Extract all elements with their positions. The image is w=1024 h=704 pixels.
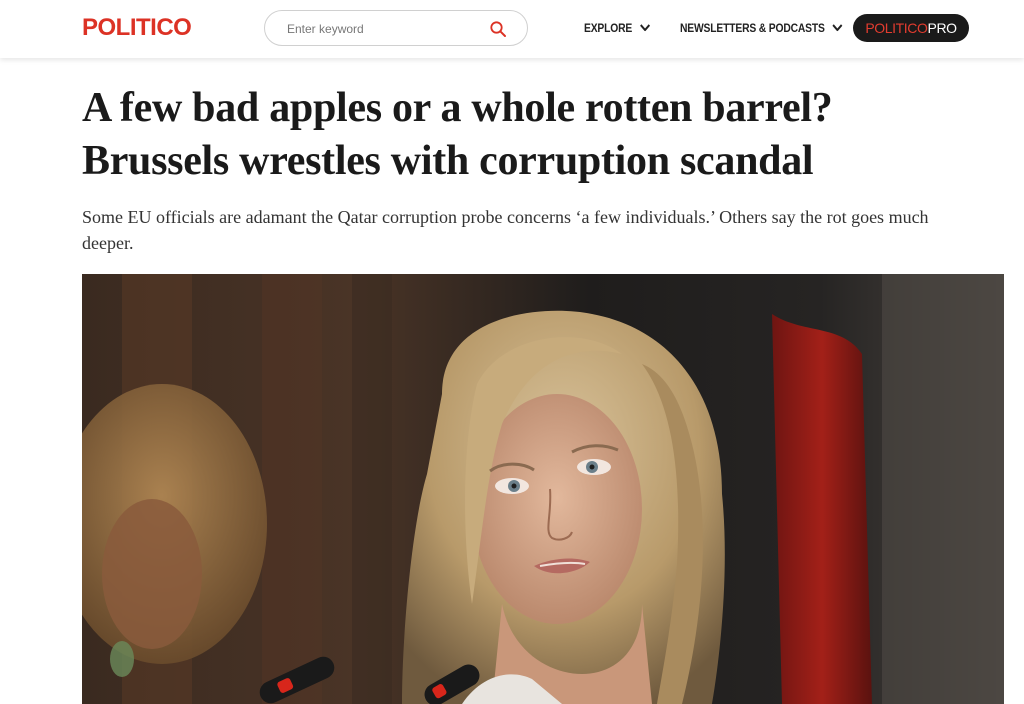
nav-explore[interactable]: EXPLORE xyxy=(584,18,651,38)
politico-pro-button[interactable]: POLITICO PRO xyxy=(853,14,969,42)
hero-image xyxy=(82,274,1004,704)
nav-explore-label: EXPLORE xyxy=(584,21,633,35)
politico-logo[interactable]: POLITICO xyxy=(82,14,192,42)
chevron-down-icon xyxy=(640,24,650,32)
hero-photo-illustration xyxy=(82,274,1004,704)
site-header: POLITICO EXPLORE NEWSLETTERS & PODCASTS … xyxy=(0,0,1024,58)
article-dek: Some EU officials are adamant the Qatar … xyxy=(82,207,929,253)
search-icon[interactable] xyxy=(489,20,507,38)
pro-button-pro: PRO xyxy=(927,20,958,36)
pro-button-brand: POLITICO xyxy=(865,20,928,36)
nav-newsletters-label: NEWSLETTERS & PODCASTS xyxy=(680,21,825,35)
article-headline: A few bad apples or a whole rotten barre… xyxy=(82,85,833,184)
chevron-down-icon xyxy=(832,24,843,32)
search-input[interactable] xyxy=(287,19,487,39)
nav-newsletters-podcasts[interactable]: NEWSLETTERS & PODCASTS xyxy=(680,18,844,38)
search-box xyxy=(264,10,528,46)
